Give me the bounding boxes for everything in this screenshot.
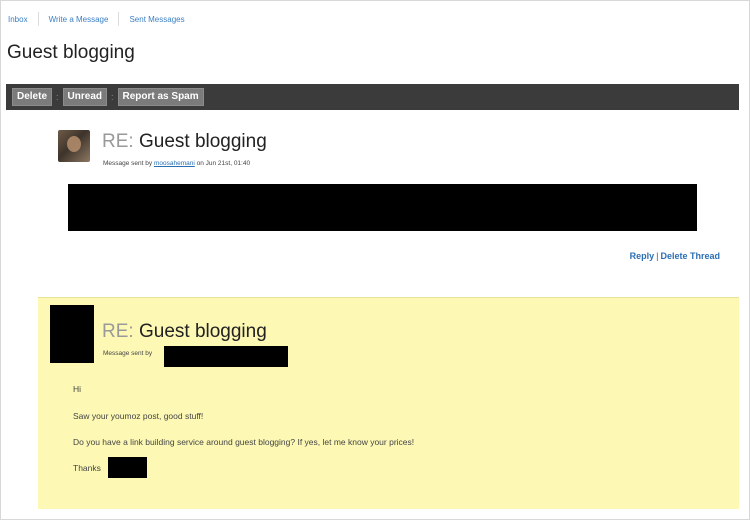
- redacted-avatar: [50, 305, 94, 363]
- message-meta: Message sent by moosahemani on Jun 21st,…: [103, 160, 250, 167]
- delete-thread-link[interactable]: Delete Thread: [660, 251, 720, 261]
- nav-sent-messages-link[interactable]: Sent Messages: [129, 15, 184, 24]
- subject-text: Guest blogging: [138, 321, 267, 342]
- thread-actions: Reply | Delete Thread: [630, 251, 720, 261]
- message-subject: RE: Guest blogging: [102, 131, 267, 153]
- redacted-sender: [164, 346, 288, 367]
- reply-link[interactable]: Reply: [630, 251, 655, 261]
- re-prefix: RE:: [102, 131, 134, 152]
- report-spam-button[interactable]: Report as Spam: [117, 88, 204, 106]
- original-message-meta: Message sent by: [103, 350, 152, 357]
- action-divider: |: [656, 251, 659, 261]
- nav-write-message-link[interactable]: Write a Message: [49, 15, 109, 24]
- subject-text: Guest blogging: [138, 131, 267, 152]
- nav-divider: [118, 12, 120, 26]
- message-line: Do you have a link building service arou…: [73, 437, 415, 447]
- message-line: Saw your youmoz post, good stuff!: [73, 411, 204, 421]
- delete-button[interactable]: Delete: [12, 88, 53, 106]
- sender-avatar[interactable]: [58, 130, 90, 162]
- redacted-message-body: [68, 184, 697, 231]
- meta-date: on Jun 21st, 01:40: [196, 160, 251, 167]
- original-message-subject: RE: Guest blogging: [102, 321, 267, 343]
- message-toolbar: Delete : Unread : Report as Spam: [6, 84, 739, 110]
- toolbar-separator: :: [110, 92, 114, 102]
- page-title: Guest blogging: [7, 42, 135, 63]
- toolbar-separator: :: [56, 92, 59, 102]
- nav-inbox-link[interactable]: Inbox: [8, 15, 28, 24]
- meta-prefix: Message sent by: [103, 350, 153, 357]
- sender-link[interactable]: moosahemani: [154, 160, 195, 167]
- re-prefix: RE:: [102, 321, 134, 342]
- message-line: Thanks: [73, 463, 101, 473]
- message-line: Hi: [73, 384, 82, 394]
- unread-button[interactable]: Unread: [62, 88, 107, 106]
- meta-prefix: Message sent by: [103, 160, 153, 167]
- message-nav: Inbox Write a Message Sent Messages: [8, 12, 185, 26]
- redacted-signature: [108, 457, 147, 478]
- nav-divider: [37, 12, 39, 26]
